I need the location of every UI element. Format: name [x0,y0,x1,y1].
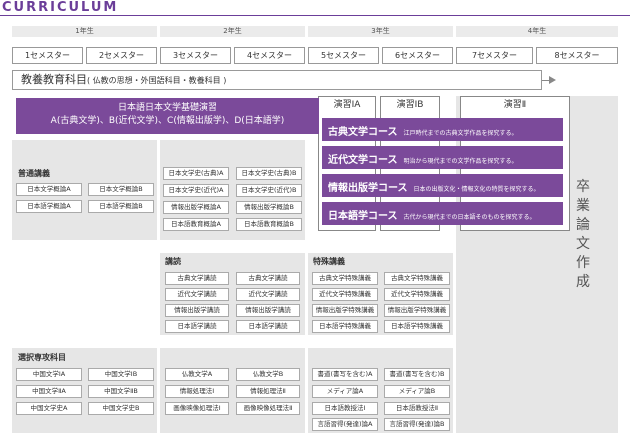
course-joho-name: 情報出版学コース [328,183,408,194]
tokushu-2-0: 情報出版学特殊講義 [312,304,378,317]
futsu-y1-0-1: 日本文学概論B [88,183,154,196]
senmon-label: 選択専攻科目 [18,353,66,362]
enshu-1b-label: 演習ⅠB [396,100,424,110]
tokushu-2-1: 情報出版学特殊講義 [384,304,450,317]
kodoku-0-0: 古典文学講読 [165,272,229,285]
tokushu-0-0: 古典文学特殊講義 [312,272,378,285]
futsu-y2-3-1: 日本語教育概論B [236,218,302,231]
course-joho-desc: 日本の出版文化・情報文化の特質を探究する。 [413,186,540,193]
enshu-2-label: 演習Ⅱ [503,100,527,110]
course-koten-name: 古典文学コース [328,127,398,138]
course-joho: 情報出版学コース 日本の出版文化・情報文化の特質を探究する。 [322,174,563,197]
kyoyo-arrow-icon [549,76,556,84]
tokushu-label: 特殊講義 [313,257,345,266]
semester-1: 1セメスター [12,47,83,64]
senmon-y1-0-1: 中国文学ⅠB [88,368,154,381]
senmon-y1-1-0: 中国文学ⅡA [16,385,82,398]
senmon-y3-0-1: 書道(書写を含む)B [384,368,450,381]
kodoku-label: 講読 [165,257,181,266]
semester-2: 2セメスター [86,47,157,64]
futsu-label: 普通講義 [18,169,50,178]
senmon-y2-1-0: 情報処理法Ⅰ [165,385,229,398]
semester-4: 4セメスター [234,47,305,64]
senmon-y3-2-0: 日本語教授法Ⅰ [312,402,378,415]
futsu-y2-0-0: 日本文学史(古典)A [163,167,229,180]
page-title: CURRICULUM [2,0,119,15]
kodoku-2-1: 情報出版学講読 [236,304,300,317]
thesis-label: 卒業論文作成 [576,179,590,290]
course-kindai-name: 近代文学コース [328,155,398,166]
futsu-y1-1-0: 日本語学概論A [16,200,82,213]
year-3-header: 3年生 [308,26,453,37]
kyoyo-bar: 教養教育科目( 仏教の思想・外国語科目・教養科目 ) [12,70,542,90]
course-nihongo: 日本語学コース 古代から現代までの日本語そのものを探究する。 [322,202,563,225]
futsu-y2-2-1: 情報出版学概論B [236,201,302,214]
tokushu-1-1: 近代文学特殊講義 [384,288,450,301]
senmon-y1-2-0: 中国文学史A [16,402,82,415]
senmon-y3-3-0: 言語習得(発達)論A [312,418,378,431]
senmon-y2-1-1: 情報処理法Ⅱ [236,385,300,398]
kodoku-1-1: 近代文学講読 [236,288,300,301]
semester-8: 8セメスター [536,47,618,64]
semester-5: 5セメスター [308,47,379,64]
senmon-y2-0-1: 仏教文学B [236,368,300,381]
senmon-y3-1-1: メディア論B [384,385,450,398]
tokushu-3-0: 日本語学特殊講義 [312,320,378,333]
senmon-y3-2-1: 日本語教授法Ⅱ [384,402,450,415]
enshu-1a-label: 演習ⅠA [333,100,361,110]
course-koten: 古典文学コース 江戸時代までの古典文学作品を探究する。 [322,118,563,141]
kodoku-2-0: 情報出版学講読 [165,304,229,317]
course-nihongo-name: 日本語学コース [328,211,398,222]
futsu-y2-3-0: 日本語教育概論A [163,218,229,231]
futsu-y2-1-1: 日本文学史(近代)B [236,184,302,197]
senmon-y2-2-1: 画像映像処理法Ⅱ [236,402,300,415]
senmon-y3-1-0: メディア論A [312,385,378,398]
senmon-y3-3-1: 言語習得(発達)論B [384,418,450,431]
kiso-enshu-title: 日本語日本文学基礎演習 [117,103,217,113]
year-1-header: 1年生 [12,26,157,37]
futsu-y2-0-1: 日本文学史(古典)B [236,167,302,180]
tokushu-3-1: 日本語学特殊講義 [384,320,450,333]
course-koten-desc: 江戸時代までの古典文学作品を探究する。 [403,130,518,137]
course-kindai: 近代文学コース 明治から現代までの文学作品を探究する。 [322,146,563,169]
senmon-y3-0-0: 書道(書写を含む)A [312,368,378,381]
futsu-y1-0-0: 日本文学概論A [16,183,82,196]
futsu-y2-1-0: 日本文学史(近代)A [163,184,229,197]
kiso-enshu-bar: 日本語日本文学基礎演習 A(古典文学)、B(近代文学)、C(情報出版学)、D(日… [16,98,319,134]
kyoyo-main: 教養教育科目 [21,73,87,86]
senmon-y2-2-0: 画像映像処理法Ⅰ [165,402,229,415]
senmon-y1-1-1: 中国文学ⅡB [88,385,154,398]
kodoku-3-1: 日本語学講読 [236,320,300,333]
year-2-header: 2年生 [160,26,305,37]
kodoku-3-0: 日本語学講読 [165,320,229,333]
tokushu-1-0: 近代文学特殊講義 [312,288,378,301]
course-kindai-desc: 明治から現代までの文学作品を探究する。 [403,158,518,165]
tokushu-0-1: 古典文学特殊講義 [384,272,450,285]
kyoyo-sub: ( 仏教の思想・外国語科目・教養科目 ) [87,76,227,85]
futsu-y1-1-1: 日本語学概論B [88,200,154,213]
senmon-y1-0-0: 中国文学ⅠA [16,368,82,381]
semester-3: 3セメスター [160,47,231,64]
title-underline [0,15,630,16]
course-nihongo-desc: 古代から現代までの日本語そのものを探究する。 [403,214,536,221]
senmon-y2-0-0: 仏教文学A [165,368,229,381]
semester-7: 7セメスター [456,47,533,64]
semester-6: 6セメスター [382,47,453,64]
senmon-y1-2-1: 中国文学史B [88,402,154,415]
futsu-y2-2-0: 情報出版学概論A [163,201,229,214]
kiso-enshu-subtitle: A(古典文学)、B(近代文学)、C(情報出版学)、D(日本語学) [50,116,285,126]
kodoku-1-0: 近代文学講読 [165,288,229,301]
kodoku-0-1: 古典文学講読 [236,272,300,285]
year-4-header: 4年生 [456,26,618,37]
